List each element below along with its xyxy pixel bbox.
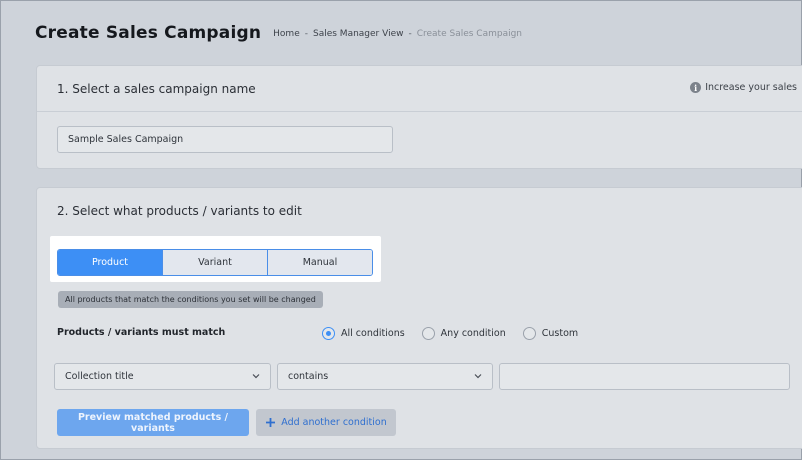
add-condition-label: Add another condition	[281, 417, 387, 428]
match-mode-radio-group: All conditions Any condition Custom	[322, 327, 595, 340]
campaign-name-card: 1. Select a sales campaign name i Increa…	[36, 65, 802, 169]
step1-title: 1. Select a sales campaign name	[57, 81, 256, 96]
radio-any-condition-label: Any condition	[440, 328, 506, 339]
condition-field-select[interactable]: Collection title	[54, 363, 271, 390]
hint-text: Increase your sales	[705, 82, 797, 93]
selection-mode-toggle: Product Variant Manual	[57, 249, 373, 276]
selection-mode-highlight: Product Variant Manual	[50, 236, 381, 282]
tab-product[interactable]: Product	[58, 250, 162, 275]
condition-operator-value: contains	[288, 371, 329, 382]
products-selection-card: 2. Select what products / variants to ed…	[36, 187, 802, 449]
breadcrumb-sales-manager-view[interactable]: Sales Manager View	[313, 29, 403, 39]
increase-sales-hint[interactable]: i Increase your sales	[690, 82, 797, 93]
products-selection-card-header: 2. Select what products / variants to ed…	[37, 188, 802, 234]
condition-operator-select[interactable]: contains	[277, 363, 493, 390]
tab-variant[interactable]: Variant	[162, 250, 267, 275]
radio-all-conditions-circle[interactable]	[322, 327, 335, 340]
info-icon: i	[690, 82, 702, 93]
radio-custom-circle[interactable]	[522, 327, 536, 340]
radio-any-condition-circle[interactable]	[421, 327, 435, 340]
match-label: Products / variants must match	[57, 327, 226, 338]
chevron-down-icon	[474, 374, 482, 379]
radio-all-conditions-label: All conditions	[341, 328, 405, 339]
tab-manual[interactable]: Manual	[267, 250, 372, 275]
breadcrumb-current: Create Sales Campaign	[416, 29, 523, 39]
plus-icon	[266, 418, 276, 427]
condition-field-value: Collection title	[65, 371, 134, 382]
breadcrumb-separator: -	[408, 29, 412, 39]
condition-value-input[interactable]	[499, 363, 790, 390]
radio-any-condition[interactable]: Any condition	[421, 327, 506, 340]
add-condition-button[interactable]: Add another condition	[256, 409, 396, 436]
conditions-notice-badge: All products that match the conditions y…	[58, 291, 323, 308]
step2-title: 2. Select what products / variants to ed…	[57, 204, 302, 218]
page-title: Create Sales Campaign	[35, 23, 262, 43]
campaign-name-input[interactable]	[57, 126, 393, 153]
breadcrumb: Home - Sales Manager View - Create Sales…	[273, 29, 522, 39]
page-header: Create Sales Campaign Home - Sales Manag…	[35, 21, 522, 45]
chevron-down-icon	[252, 374, 260, 379]
preview-matched-button[interactable]: Preview matched products / variants	[57, 409, 249, 436]
breadcrumb-home[interactable]: Home	[273, 29, 300, 39]
radio-custom[interactable]: Custom	[522, 327, 579, 340]
radio-custom-label: Custom	[541, 328, 579, 339]
radio-all-conditions[interactable]: All conditions	[322, 327, 405, 340]
campaign-name-card-header: 1. Select a sales campaign name i Increa…	[37, 66, 802, 112]
breadcrumb-separator: -	[304, 29, 308, 39]
